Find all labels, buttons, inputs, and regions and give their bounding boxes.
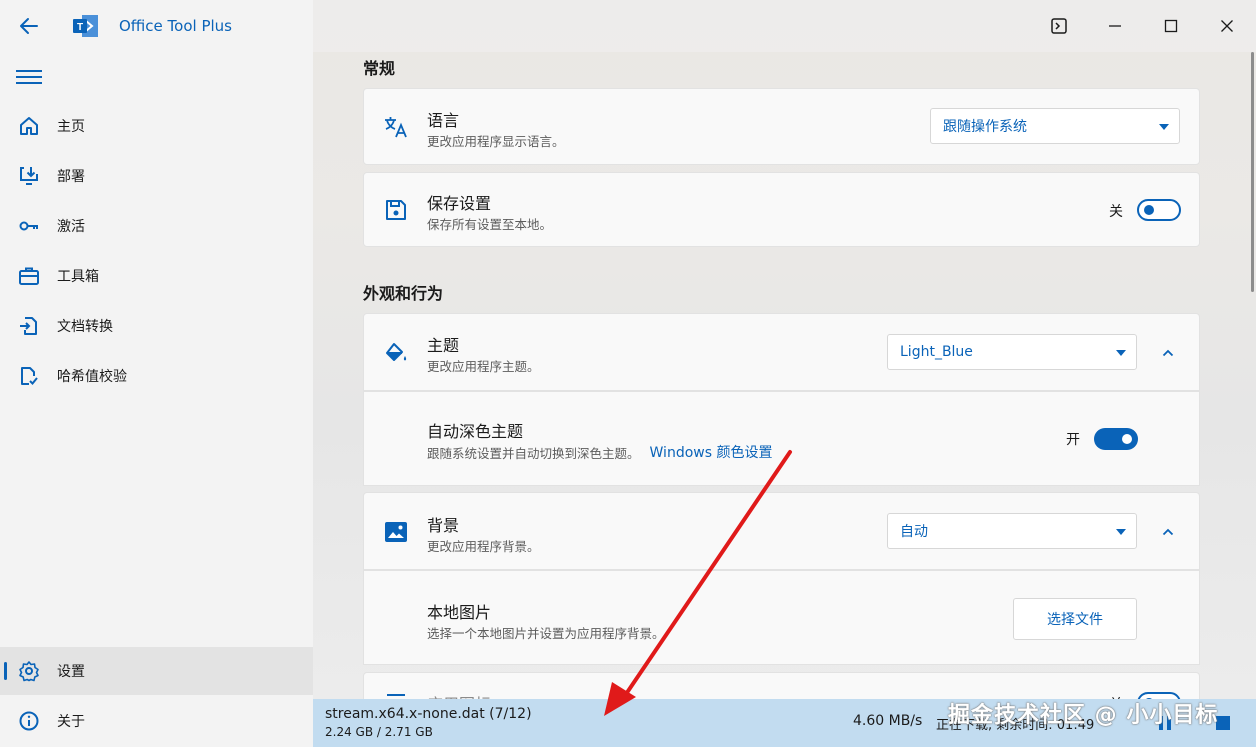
sidebar-item-settings[interactable]: 设置 bbox=[0, 647, 313, 695]
language-dropdown[interactable]: 跟随操作系统 bbox=[930, 108, 1180, 144]
sidebar-item-label: 工具箱 bbox=[57, 269, 99, 285]
svg-text:T: T bbox=[77, 22, 83, 33]
deploy-icon bbox=[16, 163, 42, 189]
auto-dark-toggle[interactable] bbox=[1094, 428, 1138, 450]
language-desc: 更改应用程序显示语言。 bbox=[427, 134, 565, 149]
paint-bucket-icon bbox=[382, 340, 410, 368]
sidebar-item-activate[interactable]: 激活 bbox=[0, 202, 313, 250]
local-image-title: 本地图片 bbox=[427, 603, 492, 622]
right-titlebar bbox=[313, 0, 1256, 52]
theme-card[interactable]: 主题 更改应用程序主题。 Light_Blue bbox=[363, 313, 1200, 391]
home-icon bbox=[16, 113, 42, 139]
language-title: 语言 bbox=[427, 111, 460, 130]
sidebar-item-label: 关于 bbox=[57, 714, 85, 730]
dropdown-arrow-icon bbox=[1116, 529, 1126, 535]
app-title: Office Tool Plus bbox=[119, 17, 232, 35]
sidebar-item-toolbox[interactable]: 工具箱 bbox=[0, 252, 313, 300]
key-icon bbox=[16, 213, 42, 239]
language-card: 语言 更改应用程序显示语言。 跟随操作系统 bbox=[363, 88, 1200, 165]
minimize-icon[interactable] bbox=[1100, 12, 1130, 40]
terminal-icon[interactable] bbox=[1044, 12, 1074, 40]
vertical-scrollbar[interactable] bbox=[1251, 52, 1254, 292]
theme-dropdown-value: Light_Blue bbox=[900, 344, 973, 360]
maximize-icon[interactable] bbox=[1156, 12, 1186, 40]
download-file-name: stream.x64.x-none.dat (7/12) bbox=[325, 706, 532, 722]
save-toggle-label: 关 bbox=[1109, 204, 1123, 220]
sidebar-item-label: 设置 bbox=[57, 664, 85, 680]
sidebar-item-label: 主页 bbox=[57, 119, 85, 135]
save-icon bbox=[382, 196, 410, 224]
save-settings-title: 保存设置 bbox=[427, 194, 492, 213]
gear-icon bbox=[16, 658, 42, 684]
background-dropdown-value: 自动 bbox=[900, 524, 928, 540]
download-speed: 4.60 MB/s bbox=[853, 713, 923, 729]
auto-dark-toggle-label: 开 bbox=[1066, 432, 1080, 448]
image-icon bbox=[382, 518, 410, 546]
sidebar-item-label: 部署 bbox=[57, 169, 85, 185]
app-icon-icon bbox=[382, 687, 410, 699]
language-dropdown-value: 跟随操作系统 bbox=[943, 119, 1027, 135]
translate-icon bbox=[382, 113, 410, 141]
background-dropdown[interactable]: 自动 bbox=[887, 513, 1137, 549]
auto-dark-card: 自动深色主题 跟随系统设置并自动切换到深色主题。 Windows 颜色设置 开 bbox=[363, 391, 1200, 486]
sidebar-item-hash-check[interactable]: 哈希值校验 bbox=[0, 352, 313, 400]
save-settings-toggle[interactable] bbox=[1137, 199, 1181, 221]
chevron-up-icon[interactable] bbox=[1155, 340, 1181, 366]
auto-dark-desc-row: 跟随系统设置并自动切换到深色主题。 Windows 颜色设置 bbox=[427, 442, 772, 462]
background-title: 背景 bbox=[427, 516, 460, 535]
app-icon-card-partial: 应用图标 关 bbox=[363, 672, 1200, 699]
back-arrow-icon[interactable] bbox=[14, 12, 44, 40]
background-desc: 更改应用程序背景。 bbox=[427, 539, 540, 554]
save-settings-desc: 保存所有设置至本地。 bbox=[427, 217, 553, 232]
dropdown-arrow-icon bbox=[1116, 350, 1126, 356]
sidebar-item-label: 哈希值校验 bbox=[57, 369, 127, 385]
app-icon-title: 应用图标 bbox=[427, 691, 491, 699]
local-image-desc: 选择一个本地图片并设置为应用程序背景。 bbox=[427, 626, 665, 641]
section-title-general: 常规 bbox=[363, 59, 396, 78]
sidebar-item-doc-convert[interactable]: 文档转换 bbox=[0, 302, 313, 350]
sidebar-item-label: 文档转换 bbox=[57, 319, 113, 335]
document-convert-icon bbox=[16, 313, 42, 339]
sidebar-item-deploy[interactable]: 部署 bbox=[0, 152, 313, 200]
background-card[interactable]: 背景 更改应用程序背景。 自动 bbox=[363, 492, 1200, 570]
chevron-up-icon[interactable] bbox=[1155, 519, 1181, 545]
windows-color-settings-link[interactable]: Windows 颜色设置 bbox=[650, 442, 773, 462]
hamburger-menu-icon[interactable] bbox=[16, 66, 42, 88]
info-icon bbox=[16, 708, 42, 734]
toolbox-icon bbox=[16, 263, 42, 289]
sidebar-item-label: 激活 bbox=[57, 219, 85, 235]
sidebar: 主页 部署 激活 工具箱 文档转换 哈希值校验 设置 关于 bbox=[0, 52, 313, 747]
theme-title: 主题 bbox=[427, 336, 460, 355]
choose-file-button[interactable]: 选择文件 bbox=[1013, 598, 1137, 640]
auto-dark-title: 自动深色主题 bbox=[427, 422, 524, 441]
section-title-appearance: 外观和行为 bbox=[363, 284, 444, 303]
theme-dropdown[interactable]: Light_Blue bbox=[887, 334, 1137, 370]
save-settings-card: 保存设置 保存所有设置至本地。 关 bbox=[363, 172, 1200, 247]
auto-dark-desc: 跟随系统设置并自动切换到深色主题。 bbox=[427, 445, 640, 461]
close-icon[interactable] bbox=[1212, 12, 1242, 40]
app-logo-icon: T bbox=[72, 13, 100, 39]
settings-scroll-area[interactable]: 常规 语言 更改应用程序显示语言。 跟随操作系统 保存设置 保存所有设置至本地。… bbox=[313, 52, 1256, 699]
sidebar-item-home[interactable]: 主页 bbox=[0, 102, 313, 150]
hash-check-icon bbox=[16, 363, 42, 389]
dropdown-arrow-icon bbox=[1159, 124, 1169, 130]
theme-desc: 更改应用程序主题。 bbox=[427, 359, 540, 374]
sidebar-item-about[interactable]: 关于 bbox=[0, 697, 313, 745]
watermark-text: 掘金技术社区 @ 小小目标 bbox=[948, 703, 1219, 728]
local-image-card: 本地图片 选择一个本地图片并设置为应用程序背景。 选择文件 bbox=[363, 570, 1200, 665]
left-titlebar: T Office Tool Plus bbox=[0, 0, 313, 52]
download-size: 2.24 GB / 2.71 GB bbox=[325, 725, 433, 739]
